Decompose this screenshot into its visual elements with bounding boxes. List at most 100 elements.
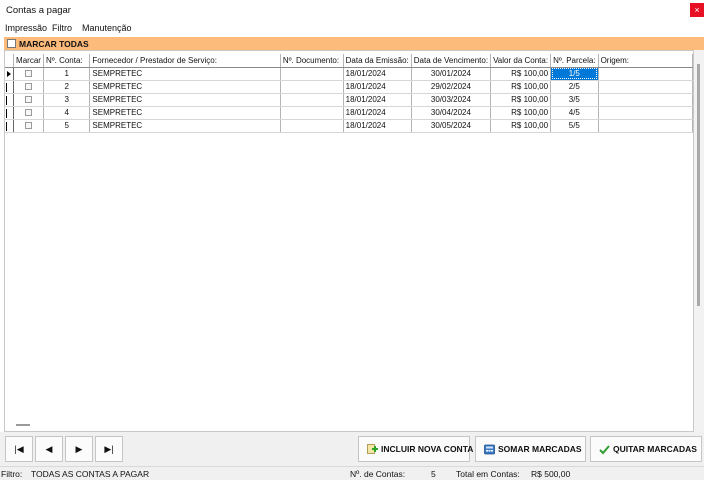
sum-marked-button[interactable]: SOMAR MARCADAS (475, 436, 586, 462)
menu-filtro[interactable]: Filtro (52, 23, 72, 33)
row-checkbox-cell[interactable] (13, 93, 44, 107)
col-numero-conta[interactable]: Nº. Conta: (43, 54, 91, 68)
row-checkbox-cell[interactable] (13, 80, 44, 94)
cell-fornecedor[interactable]: SEMPRETEC (89, 80, 281, 94)
row-indicator-bar (6, 108, 7, 118)
current-row-arrow-icon (7, 70, 11, 77)
cell-emissao[interactable]: 18/01/2024 (343, 106, 412, 120)
cell-valor[interactable]: R$ 100,00 (490, 119, 552, 133)
row-indicator (5, 106, 15, 120)
last-record-icon: ▶| (104, 444, 114, 454)
row-indicator (5, 80, 15, 94)
add-account-button[interactable]: INCLUIR NOVA CONTA (358, 436, 473, 462)
cell-parcela[interactable]: 3/5 (550, 93, 599, 107)
col-valor[interactable]: Valor da Conta: (490, 54, 552, 68)
sum-marked-label: SOMAR MARCADAS (498, 444, 582, 454)
cell-valor[interactable]: R$ 100,00 (490, 80, 552, 94)
select-all-label[interactable]: MARCAR TODAS (19, 39, 89, 49)
cell-origem[interactable] (598, 119, 693, 133)
row-checkbox-cell[interactable] (13, 119, 44, 133)
cell-documento[interactable] (280, 93, 344, 107)
col-origem[interactable]: Origem: (598, 54, 693, 68)
total-label: Total em Contas: (456, 469, 520, 479)
cell-fornecedor[interactable]: SEMPRETEC (89, 93, 281, 107)
close-icon[interactable]: × (690, 3, 704, 17)
col-data-emissao[interactable]: Data da Emissão: (343, 54, 412, 68)
cell-vencimento[interactable]: 30/04/2024 (411, 106, 492, 120)
col-data-vencimento[interactable]: Data de Vencimento: (411, 54, 492, 68)
row-indicator-bar (6, 82, 7, 92)
menu-impressao[interactable]: Impressão (5, 23, 47, 33)
col-fornecedor[interactable]: Fornecedor / Prestador de Serviço: (89, 54, 281, 68)
cell-documento[interactable] (280, 119, 344, 133)
account-count-label: Nº. de Contas: (350, 469, 406, 479)
cell-emissao[interactable]: 18/01/2024 (343, 93, 412, 107)
col-marcar[interactable]: Marcar (13, 54, 44, 68)
cell-parcela[interactable]: 4/5 (550, 106, 599, 120)
settle-marked-button[interactable]: QUITAR MARCADAS (590, 436, 702, 462)
scrollbar-thumb[interactable] (697, 64, 700, 306)
cell-origem[interactable] (598, 80, 693, 94)
cell-emissao[interactable]: 18/01/2024 (343, 67, 412, 81)
cell-fornecedor[interactable]: SEMPRETEC (89, 119, 281, 133)
cell-documento[interactable] (280, 106, 344, 120)
cell-documento[interactable] (280, 67, 344, 81)
cell-conta[interactable]: 2 (43, 80, 91, 94)
menu-bar: Impressão Filtro Manutenção (0, 22, 704, 36)
status-bar: Filtro: TODAS AS CONTAS A PAGAR Nº. de C… (0, 466, 704, 480)
cell-vencimento[interactable]: 30/03/2024 (411, 93, 492, 107)
row-checkbox[interactable] (24, 96, 32, 104)
table-row[interactable]: 3 SEMPRETEC 18/01/2024 30/03/2024 R$ 100… (5, 93, 693, 107)
nav-prev-button[interactable]: ◀ (35, 436, 63, 462)
accounts-grid: Marcar Nº. Conta: Fornecedor / Prestador… (4, 50, 694, 432)
row-checkbox[interactable] (24, 122, 32, 130)
row-checkbox-cell[interactable] (13, 67, 44, 81)
cell-conta[interactable]: 1 (43, 67, 91, 81)
cell-conta[interactable]: 4 (43, 106, 91, 120)
table-row[interactable]: 4 SEMPRETEC 18/01/2024 30/04/2024 R$ 100… (5, 106, 693, 120)
table-row[interactable]: 2 SEMPRETEC 18/01/2024 29/02/2024 R$ 100… (5, 80, 693, 94)
row-checkbox[interactable] (24, 70, 32, 78)
cell-vencimento[interactable]: 30/01/2024 (411, 67, 492, 81)
cell-emissao[interactable]: 18/01/2024 (343, 119, 412, 133)
cell-fornecedor[interactable]: SEMPRETEC (89, 106, 281, 120)
select-all-checkbox[interactable] (7, 39, 16, 48)
col-documento[interactable]: Nº. Documento: (280, 54, 344, 68)
cell-conta[interactable]: 5 (43, 119, 91, 133)
next-record-icon: ▶ (75, 444, 83, 454)
cell-origem[interactable] (598, 67, 693, 81)
cell-vencimento[interactable]: 29/02/2024 (411, 80, 492, 94)
row-checkbox-cell[interactable] (13, 106, 44, 120)
nav-first-button[interactable]: |◀ (5, 436, 33, 462)
grid-resize-handle[interactable] (16, 424, 30, 426)
table-row[interactable]: 1 SEMPRETEC 18/01/2024 30/01/2024 R$ 100… (5, 67, 693, 81)
cell-valor[interactable]: R$ 100,00 (490, 67, 552, 81)
cell-fornecedor[interactable]: SEMPRETEC (89, 67, 281, 81)
cell-parcela[interactable]: 5/5 (550, 119, 599, 133)
col-parcela[interactable]: Nº. Parcela: (550, 54, 599, 68)
menu-manutencao[interactable]: Manutenção (82, 23, 132, 33)
cell-conta[interactable]: 3 (43, 93, 91, 107)
row-checkbox[interactable] (24, 83, 32, 91)
bottom-toolbar: |◀ ◀ ▶ ▶| INCLUIR NOVA CONTA SOMAR MARCA… (0, 432, 704, 466)
nav-next-button[interactable]: ▶ (65, 436, 93, 462)
cell-documento[interactable] (280, 80, 344, 94)
row-indicator (5, 93, 15, 107)
row-indicator (5, 67, 15, 81)
vertical-scrollbar[interactable] (694, 50, 704, 432)
table-row[interactable]: 5 SEMPRETEC 18/01/2024 30/05/2024 R$ 100… (5, 119, 693, 133)
cell-vencimento[interactable]: 30/05/2024 (411, 119, 492, 133)
cell-parcela-selected[interactable]: 1/5 (550, 67, 599, 81)
filter-label: Filtro: (1, 469, 23, 479)
calculator-icon (484, 444, 495, 455)
select-all-bar: MARCAR TODAS (4, 37, 704, 50)
cell-origem[interactable] (598, 106, 693, 120)
cell-valor[interactable]: R$ 100,00 (490, 106, 552, 120)
cell-parcela[interactable]: 2/5 (550, 80, 599, 94)
row-checkbox[interactable] (24, 109, 32, 117)
cell-origem[interactable] (598, 93, 693, 107)
settle-marked-label: QUITAR MARCADAS (613, 444, 697, 454)
cell-emissao[interactable]: 18/01/2024 (343, 80, 412, 94)
nav-last-button[interactable]: ▶| (95, 436, 123, 462)
cell-valor[interactable]: R$ 100,00 (490, 93, 552, 107)
